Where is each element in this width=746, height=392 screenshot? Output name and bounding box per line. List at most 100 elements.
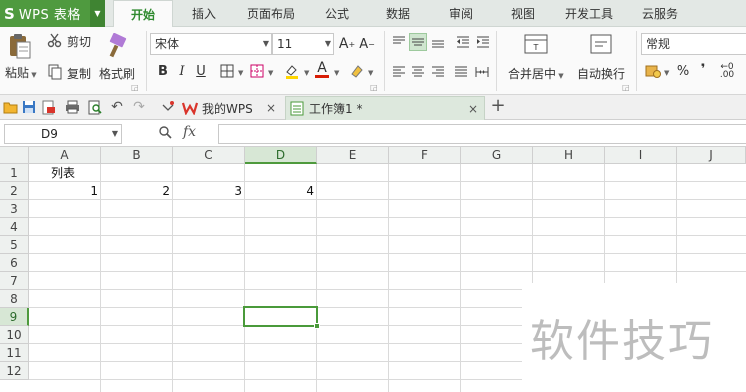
insert-function-icon[interactable]: fx (183, 124, 196, 140)
wrap-text-icon[interactable] (588, 32, 614, 56)
column-header-h[interactable]: H (533, 147, 605, 164)
chevron-down-icon[interactable]: ▼ (238, 69, 243, 77)
decrease-indent-icon[interactable] (454, 33, 472, 51)
column-header-b[interactable]: B (101, 147, 173, 164)
tab-home[interactable]: 开始 (113, 0, 173, 28)
increase-indent-icon[interactable] (474, 33, 492, 51)
italic-button[interactable]: I (173, 62, 191, 80)
paste-icon[interactable] (6, 31, 34, 61)
clear-format-icon[interactable] (348, 62, 366, 80)
active-cell-d9[interactable] (243, 306, 318, 327)
row-header-3[interactable]: 3 (0, 200, 29, 218)
formula-input[interactable] (218, 124, 746, 144)
row-header-5[interactable]: 5 (0, 236, 29, 254)
undo-icon[interactable]: ↶ (109, 99, 125, 115)
row-header-2[interactable]: 2 (0, 182, 29, 200)
chevron-down-icon[interactable]: ▼ (304, 69, 309, 77)
column-header-a[interactable]: A (29, 147, 101, 164)
merge-center-icon[interactable]: T (522, 32, 550, 56)
customize-toolbar-icon[interactable] (160, 99, 176, 115)
copy-button[interactable]: 复制 (67, 65, 91, 82)
align-center-icon[interactable] (409, 63, 427, 81)
column-header-g[interactable]: G (461, 147, 533, 164)
tab-page-layout[interactable]: 页面布局 (236, 0, 306, 27)
merge-center-button[interactable]: 合并居中 ▼ (508, 65, 564, 82)
tab-cloud[interactable]: 云服务 (630, 0, 690, 27)
increase-decimal-icon[interactable]: ←0.00 (718, 62, 736, 80)
new-tab-icon[interactable]: + (490, 95, 506, 116)
print-icon[interactable] (64, 99, 80, 115)
chevron-down-icon[interactable]: ▼ (664, 69, 669, 77)
borders-icon[interactable] (218, 62, 236, 80)
open-folder-icon[interactable] (2, 99, 18, 115)
alignment-launcher-icon[interactable]: ◲ (622, 83, 630, 92)
paste-button[interactable]: 粘贴 ▼ (5, 64, 37, 81)
fill-handle[interactable] (314, 323, 320, 329)
cut-button[interactable]: 剪切 (67, 33, 91, 50)
format-painter-button[interactable]: 格式刷 (99, 65, 135, 82)
row-header-9[interactable]: 9 (0, 308, 29, 326)
app-menu-dropdown-icon[interactable]: ▼ (90, 0, 105, 27)
shrink-font-icon[interactable]: A − (358, 35, 376, 53)
cell-a2[interactable]: 1 (29, 182, 98, 200)
wrap-text-button[interactable]: 自动换行 (577, 65, 625, 82)
fill-color-icon[interactable] (248, 62, 266, 80)
font-size-select[interactable]: 11 ▼ (272, 33, 334, 55)
cut-icon[interactable] (46, 31, 64, 49)
cell-c2[interactable]: 3 (173, 182, 242, 200)
column-header-i[interactable]: I (605, 147, 677, 164)
tab-workbook[interactable]: 工作簿1 * × (285, 96, 485, 120)
select-all-corner[interactable] (0, 147, 29, 164)
cell-a1[interactable]: 列表 (51, 164, 75, 182)
highlight-color-icon[interactable] (283, 62, 301, 80)
font-launcher-icon[interactable]: ◲ (370, 83, 378, 92)
grow-font-icon[interactable]: A + (338, 35, 356, 53)
distributed-align-icon[interactable] (473, 63, 491, 81)
cell-b2[interactable]: 2 (101, 182, 170, 200)
tab-review[interactable]: 审阅 (436, 0, 486, 27)
tab-my-wps[interactable]: 我的WPS × (182, 96, 282, 120)
redo-icon[interactable]: ↷ (131, 99, 147, 115)
save-icon[interactable] (21, 99, 37, 115)
tab-view[interactable]: 视图 (498, 0, 548, 27)
row-header-8[interactable]: 8 (0, 290, 29, 308)
font-name-select[interactable]: 宋体 ▼ (150, 33, 272, 55)
column-header-c[interactable]: C (173, 147, 245, 164)
underline-button[interactable]: U (192, 62, 210, 80)
column-header-e[interactable]: E (317, 147, 389, 164)
bold-button[interactable]: B (154, 62, 172, 80)
align-middle-icon[interactable] (409, 33, 427, 51)
number-format-select[interactable]: 常规 (641, 33, 746, 55)
tab-formulas[interactable]: 公式 (312, 0, 362, 27)
chevron-down-icon[interactable]: ▼ (334, 69, 339, 77)
row-header-10[interactable]: 10 (0, 326, 29, 344)
row-header-7[interactable]: 7 (0, 272, 29, 290)
row-header-12[interactable]: 12 (0, 362, 29, 380)
close-icon[interactable]: × (468, 102, 478, 116)
format-painter-icon[interactable] (104, 31, 130, 61)
export-pdf-icon[interactable] (41, 99, 57, 115)
tab-insert[interactable]: 插入 (178, 0, 230, 27)
clipboard-launcher-icon[interactable]: ◲ (131, 83, 139, 92)
cell-d2[interactable]: 4 (245, 182, 314, 200)
percent-button[interactable]: % (674, 62, 692, 80)
font-color-button[interactable]: A (313, 60, 331, 78)
copy-icon[interactable] (46, 63, 64, 81)
column-header-f[interactable]: F (389, 147, 461, 164)
row-header-6[interactable]: 6 (0, 254, 29, 272)
name-box[interactable]: D9 ▼ (4, 124, 122, 144)
justify-icon[interactable] (452, 63, 470, 81)
row-header-4[interactable]: 4 (0, 218, 29, 236)
close-icon[interactable]: × (266, 101, 276, 115)
chevron-down-icon[interactable]: ▼ (112, 125, 118, 143)
tab-data[interactable]: 数据 (373, 0, 423, 27)
column-header-d[interactable]: D (245, 147, 317, 164)
column-header-j[interactable]: J (677, 147, 746, 164)
comma-style-button[interactable]: ❜ (694, 60, 712, 78)
chevron-down-icon[interactable]: ▼ (368, 69, 373, 77)
align-bottom-icon[interactable] (429, 33, 447, 51)
print-preview-icon[interactable] (87, 99, 103, 115)
row-header-11[interactable]: 11 (0, 344, 29, 362)
currency-icon[interactable] (644, 62, 662, 80)
align-top-icon[interactable] (390, 33, 408, 51)
